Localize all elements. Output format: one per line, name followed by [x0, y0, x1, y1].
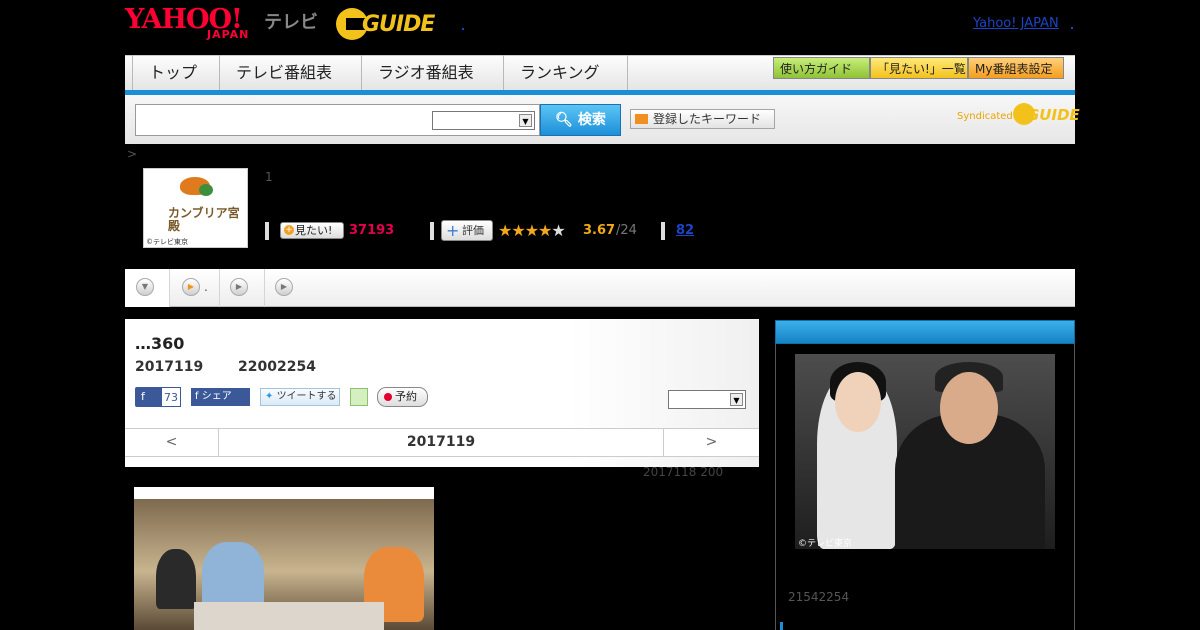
day-navigation: < 2017119 > — [125, 428, 759, 457]
usage-guide-button[interactable]: 使い方ガイド — [773, 57, 870, 79]
right-panel-marker — [780, 622, 783, 630]
yahoo-japan-link[interactable]: Yahoo! JAPAN — [973, 16, 1059, 31]
mitai-button[interactable]: + 見たい! — [280, 222, 344, 239]
syndicated-label: Syndicated — [957, 111, 1013, 122]
search-icon: 🔍︎ — [555, 112, 573, 128]
star-icon: ★★★★ — [498, 221, 552, 240]
gguide-logo[interactable]: GUIDE — [336, 8, 435, 40]
plus-icon: + — [446, 221, 460, 240]
bird-logo-icon-2 — [199, 184, 213, 196]
dropdown-arrow-icon: ▼ — [519, 114, 532, 127]
search-category-select[interactable]: ▼ — [432, 111, 535, 130]
divider — [661, 222, 665, 240]
star-empty-icon: ★ — [551, 221, 565, 240]
nav-utility-buttons: 使い方ガイド 「見たい!」一覧 My番組表設定 — [773, 57, 1064, 79]
episode-time: 22002254 — [238, 359, 316, 375]
reserve-button[interactable]: 予約 — [377, 387, 428, 407]
male-host-face — [940, 372, 998, 444]
next-day-button[interactable]: > — [663, 429, 759, 456]
subtab-2[interactable]: ▶ — [220, 269, 265, 307]
tv-label: テレビ — [264, 12, 318, 33]
right-panel-time: 21542254 — [788, 590, 850, 604]
prev-day-button[interactable]: < — [125, 429, 219, 456]
search-button[interactable]: 🔍︎ 検索 — [540, 104, 621, 136]
plus-icon: + — [284, 225, 294, 235]
episode-date: 2017119 — [135, 359, 204, 375]
subtab-1-label: . — [204, 280, 208, 294]
keyword-arrow-icon — [635, 114, 648, 124]
record-dot-icon — [384, 393, 392, 401]
episode-photo — [134, 487, 434, 630]
mitai-list-button[interactable]: 「見たい!」一覧 — [870, 57, 968, 79]
facebook-icon: f — [195, 391, 202, 402]
episode-select[interactable]: ▼ — [668, 390, 746, 409]
nav-tab-radio-schedule[interactable]: ラジオ番組表 — [362, 55, 504, 90]
header-link-dot-2 — [1071, 27, 1073, 29]
dropdown-arrow-icon: ▼ — [730, 393, 743, 406]
syndicated-logo-text: GUIDE — [1027, 106, 1080, 124]
yahoo-japan-logo[interactable]: YAHOO! JAPAN — [125, 6, 261, 42]
chevron-down-icon: ▼ — [136, 278, 154, 296]
subtab-1[interactable]: ▶ . — [170, 269, 220, 307]
studio-table — [194, 602, 384, 630]
facebook-share-button[interactable]: f シェア — [191, 388, 250, 406]
facebook-icon: f — [141, 390, 145, 403]
yahoo-logo-sub: JAPAN — [207, 28, 250, 41]
rate-button[interactable]: + 評価 — [441, 220, 493, 241]
syndicated-gguide-logo: Syndicated GUIDE — [957, 103, 1080, 129]
rating-value: 3.67 — [583, 223, 616, 238]
subtab-overview[interactable]: ▼ — [125, 269, 170, 307]
nav-tab-tv-schedule[interactable]: テレビ番組表 — [220, 55, 362, 90]
photo-credit: ©テレビ東京 — [798, 539, 853, 549]
divider — [430, 222, 434, 240]
current-day: 2017119 — [406, 434, 476, 450]
registered-keyword-label: 登録したキーワード — [653, 112, 762, 126]
previous-episode-info: 2017118 200 — [643, 465, 724, 479]
episode-title: …360 — [135, 334, 185, 353]
guest-figure — [156, 549, 196, 609]
breadcrumb[interactable]: > — [127, 147, 137, 161]
hosts-photo: ©テレビ東京 — [795, 354, 1055, 549]
divider — [265, 222, 269, 240]
nav-tab-ranking[interactable]: ランキング — [504, 55, 628, 90]
twitter-bird-icon: ✦ — [265, 391, 277, 402]
tweet-label: ツイートする — [276, 391, 337, 402]
review-count-link[interactable]: 82 — [676, 223, 694, 238]
female-host-face — [835, 372, 881, 432]
nav-tabs: トップ テレビ番組表 ラジオ番組表 ランキング — [132, 55, 628, 90]
search-button-label: 検索 — [577, 112, 606, 128]
play-icon: ▶ — [230, 278, 248, 296]
header-link-dot — [462, 28, 464, 30]
page: YAHOO! JAPAN テレビ GUIDE Yahoo! JAPAN トップ … — [0, 0, 1200, 630]
gguide-logo-text: GUIDE — [362, 12, 435, 37]
nav-tab-top[interactable]: トップ — [132, 55, 220, 90]
mitai-label: 見たい! — [295, 224, 333, 237]
rate-label: 評価 — [462, 224, 484, 237]
mixi-check-icon[interactable] — [350, 388, 368, 406]
mitai-count: 37193 — [349, 223, 395, 238]
tweet-button[interactable]: ✦ ツイートする — [260, 388, 340, 406]
rating-stars: ★★★★★ — [498, 221, 566, 240]
right-panel-header — [775, 320, 1075, 344]
thumbnail-credit: ©テレビ東京 — [146, 238, 188, 246]
episode-number: 1 — [265, 170, 273, 184]
facebook-like-count: 73 — [161, 387, 181, 407]
program-thumbnail[interactable]: カンブリア宮殿 ©テレビ東京 — [143, 168, 248, 248]
subtab-3[interactable]: ▶ — [265, 269, 305, 307]
program-logo-title: カンブリア宮殿 — [168, 206, 240, 233]
reserve-label: 予約 — [395, 390, 417, 403]
my-schedule-settings-button[interactable]: My番組表設定 — [968, 57, 1064, 79]
facebook-share-label: シェア — [201, 391, 232, 402]
registered-keyword-button[interactable]: 登録したキーワード — [630, 109, 775, 129]
play-icon: ▶ — [182, 278, 200, 296]
rating-total: /24 — [616, 223, 637, 238]
facebook-like-button[interactable]: f 73 — [135, 387, 181, 407]
play-icon: ▶ — [275, 278, 293, 296]
